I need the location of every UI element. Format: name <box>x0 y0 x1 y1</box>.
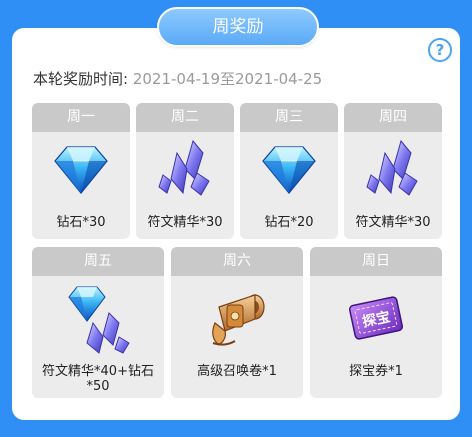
reward-day: 周四 <box>344 103 442 132</box>
rune-essence-icon <box>136 137 234 207</box>
reward-period-label: 本轮奖励时间: <box>33 70 129 88</box>
reward-day: 周三 <box>240 103 338 132</box>
reward-card-saturday[interactable]: 周六 高级召唤卷*1 <box>171 247 303 398</box>
reward-item: 符文精华*30 <box>147 215 223 230</box>
reward-day: 周一 <box>32 103 130 132</box>
reward-item: 高级召唤卷*1 <box>197 364 277 379</box>
reward-card-sunday[interactable]: 周日 探宝 探宝券*1 <box>310 247 442 398</box>
reward-item: 探宝券*1 <box>349 364 403 379</box>
rune-essence-icon <box>344 137 442 207</box>
diamond-and-rune-icon <box>32 283 164 359</box>
panel-title: 周奖励 <box>157 7 319 47</box>
reward-card-tuesday[interactable]: 周二 符文精华*30 <box>136 103 234 239</box>
reward-day: 周六 <box>171 247 303 276</box>
treasure-ticket-icon: 探宝 <box>310 293 442 353</box>
reward-item-line-2: *50 <box>86 379 110 394</box>
diamond-icon <box>240 137 338 207</box>
reward-card-friday[interactable]: 周五 符文精华*40+钻石 *50 <box>32 247 164 398</box>
reward-item: 钻石*30 <box>56 215 106 230</box>
summon-scroll-icon <box>171 287 303 359</box>
diamond-icon <box>32 137 130 207</box>
reward-item-line-1: 符文精华*40+钻石 <box>42 364 154 379</box>
reward-period-dates: 2021-04-19至2021-04-25 <box>132 70 323 88</box>
reward-item: 钻石*20 <box>264 215 314 230</box>
reward-card-thursday[interactable]: 周四 符文精华*30 <box>344 103 442 239</box>
reward-day: 周五 <box>32 247 164 276</box>
reward-day: 周二 <box>136 103 234 132</box>
reward-card-wednesday[interactable]: 周三 钻石*20 <box>240 103 338 239</box>
help-icon[interactable]: ? <box>428 38 452 62</box>
reward-item: 符文精华*30 <box>355 215 431 230</box>
reward-day: 周日 <box>310 247 442 276</box>
reward-card-monday[interactable]: 周一 钻石*30 <box>32 103 130 239</box>
reward-period: 本轮奖励时间: 2021-04-19至2021-04-25 <box>33 68 322 89</box>
